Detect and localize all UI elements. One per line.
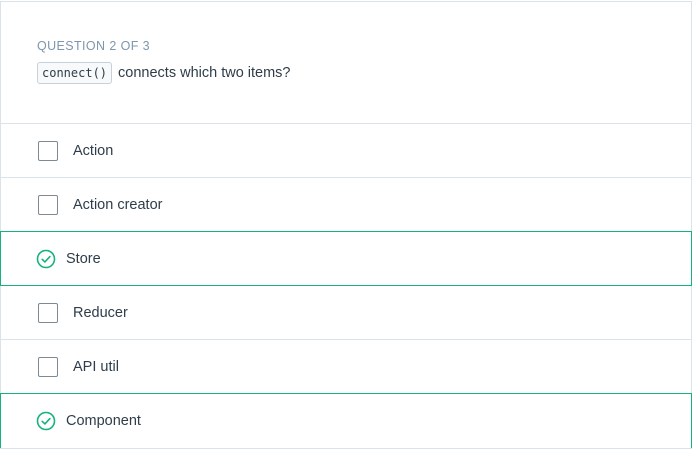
option-label: Store [66, 250, 101, 267]
option-action[interactable]: Action [1, 124, 691, 178]
question-code: connect() [37, 62, 113, 84]
checkbox-icon[interactable] [38, 140, 58, 161]
checkbox-icon[interactable] [38, 302, 58, 323]
option-reducer[interactable]: Reducer [1, 286, 691, 340]
question-progress: QUESTION 2 OF 3 [37, 39, 150, 53]
checkbox-icon[interactable] [38, 356, 58, 377]
check-circle-icon [36, 411, 56, 431]
question-header: QUESTION 2 OF 3 connect() connects which… [1, 2, 691, 124]
question-text: connects which two items? [118, 65, 291, 81]
option-label: Component [66, 413, 141, 429]
answer-options: Action Action creator Store Reducer API … [0, 124, 692, 448]
option-store[interactable]: Store [0, 231, 692, 286]
option-label: Reducer [73, 304, 128, 321]
quiz-card: QUESTION 2 OF 3 connect() connects which… [0, 1, 692, 449]
check-circle-icon [36, 249, 56, 269]
option-action-creator[interactable]: Action creator [1, 178, 691, 232]
question-prompt: connect() connects which two items? [37, 62, 691, 84]
checkbox-icon[interactable] [38, 194, 58, 215]
option-label: Action creator [73, 196, 163, 213]
option-label: Action [73, 142, 114, 159]
option-component[interactable]: Component [0, 393, 692, 448]
option-api-util[interactable]: API util [1, 340, 691, 394]
option-label: API util [73, 358, 119, 375]
